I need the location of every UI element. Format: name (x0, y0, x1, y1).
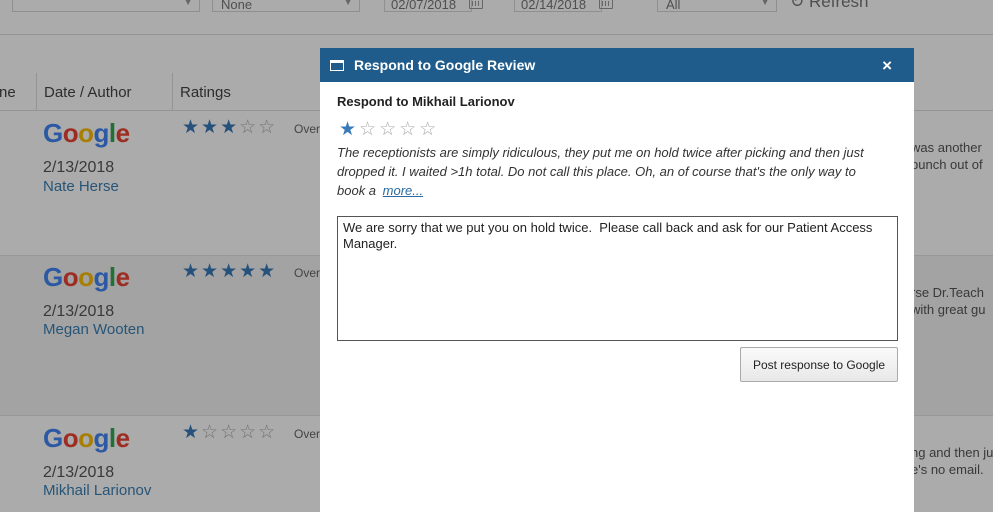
respond-dialog: Respond to Google Review × Respond to Mi… (320, 48, 914, 512)
dialog-title: Respond to Google Review (354, 57, 536, 73)
close-icon[interactable]: × (882, 56, 892, 76)
window-icon (330, 59, 344, 71)
star-icon: ★ (339, 119, 360, 140)
review-star-rating: ★☆☆☆☆ (339, 118, 439, 141)
respond-to-heading: Respond to Mikhail Larionov (337, 94, 515, 109)
more-link[interactable]: more... (383, 183, 423, 198)
post-response-button[interactable]: Post response to Google (740, 347, 898, 382)
review-text: The receptionists are simply ridiculous,… (337, 143, 887, 200)
dialog-title-bar[interactable]: Respond to Google Review × (320, 48, 914, 82)
response-textarea[interactable]: We are sorry that we put you on hold twi… (337, 216, 898, 341)
star-icon: ☆☆☆☆ (359, 119, 440, 140)
